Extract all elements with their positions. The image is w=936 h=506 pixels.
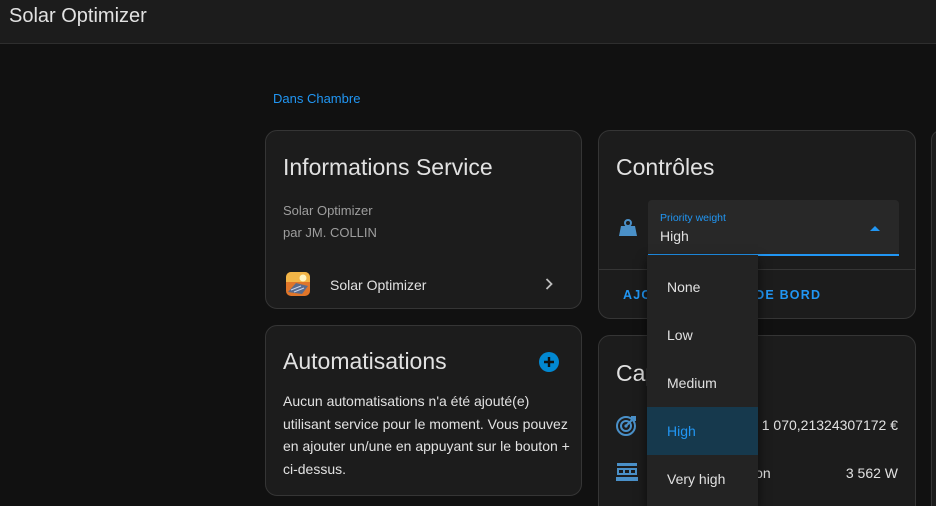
service-info-card: Informations Service Solar Optimizer par… — [265, 130, 582, 309]
solar-panel-icon — [616, 463, 638, 481]
service-link-label: Solar Optimizer — [330, 277, 427, 293]
service-author-text: par JM. COLLIN — [283, 225, 377, 240]
automations-card: Automatisations Aucun automatisations n'… — [265, 325, 582, 496]
priority-weight-menu: None Low Medium High Very high — [647, 255, 758, 506]
sensor-value: 3 562 W — [845, 465, 898, 481]
weight-icon — [619, 219, 637, 236]
menu-option-low[interactable]: Low — [647, 311, 758, 359]
priority-weight-label: Priority weight — [660, 212, 726, 224]
top-app-bar: Solar Optimizer — [0, 0, 936, 44]
controls-title: Contrôles — [616, 154, 715, 180]
sensor-value: 1 070,21324307172 € — [761, 417, 898, 433]
target-icon — [616, 416, 636, 436]
caret-up-icon — [870, 226, 880, 231]
automations-empty-text: Aucun automatisations n'a été ajouté(e) … — [283, 393, 570, 477]
automations-title: Automatisations — [283, 348, 447, 374]
service-name-text: Solar Optimizer — [283, 203, 373, 218]
menu-option-medium[interactable]: Medium — [647, 359, 758, 407]
breadcrumb-area-link[interactable]: Dans Chambre — [273, 91, 360, 106]
priority-weight-select[interactable]: Priority weight High — [648, 200, 899, 256]
menu-option-none[interactable]: None — [647, 263, 758, 311]
offscreen-card-edge — [931, 130, 936, 506]
service-link-row[interactable]: Solar Optimizer — [266, 269, 581, 303]
chevron-right-icon — [545, 278, 553, 290]
priority-weight-value: High — [660, 228, 689, 244]
app-title: Solar Optimizer — [9, 5, 147, 27]
menu-option-very-high[interactable]: Very high — [647, 455, 758, 503]
plus-circle-icon[interactable] — [539, 352, 559, 372]
service-info-title: Informations Service — [283, 154, 493, 180]
solar-optimizer-logo-icon — [286, 272, 310, 296]
menu-option-high[interactable]: High — [647, 407, 758, 455]
